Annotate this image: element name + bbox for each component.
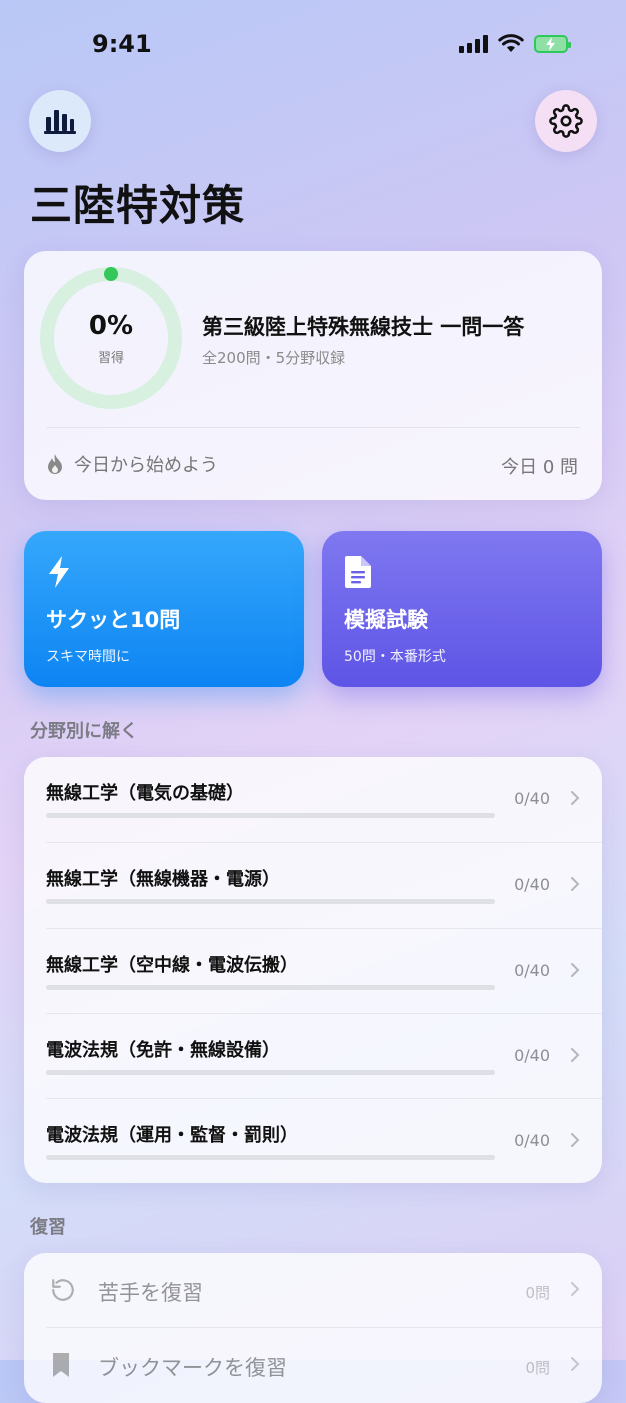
today-count: 今日 0 問 <box>501 457 578 478</box>
quick-10-button[interactable]: サクッと10問 スキマ時間に <box>24 531 304 687</box>
stats-button[interactable] <box>29 90 91 152</box>
category-progress-bar <box>46 899 495 904</box>
exam-subtitle: 全200問・5分野収録 <box>202 349 346 367</box>
chevron-right-icon <box>571 963 580 977</box>
flame-icon <box>48 454 62 474</box>
status-icons <box>459 34 571 53</box>
status-bar: 9:41 <box>0 0 626 90</box>
mock-subtitle: 50問・本番形式 <box>344 649 446 665</box>
category-count: 0/40 <box>514 1046 550 1065</box>
chevron-right-icon <box>571 877 580 891</box>
document-icon <box>345 556 371 588</box>
review-label: 苦手を復習 <box>98 1281 203 1305</box>
category-row[interactable]: 電波法規（免許・無線設備） 0/40 <box>24 1014 602 1099</box>
chevron-right-icon <box>571 1048 580 1062</box>
mock-exam-button[interactable]: 模擬試験 50問・本番形式 <box>322 531 602 687</box>
category-row[interactable]: 無線工学（無線機器・電源） 0/40 <box>24 843 602 928</box>
bar-chart-icon <box>44 110 76 134</box>
progress-card[interactable]: 0% 習得 第三級陸上特殊無線技士 一問一答 全200問・5分野収録 今日から始… <box>24 251 602 500</box>
rotate-ccw-icon <box>52 1279 74 1301</box>
category-progress-bar <box>46 985 495 990</box>
review-card: 苦手を復習 0問 ブックマークを復習 0問 <box>24 1253 602 1403</box>
category-progress-bar <box>46 1155 495 1160</box>
category-row[interactable]: 無線工学（電気の基礎） 0/40 <box>24 757 602 842</box>
review-weak-row[interactable]: 苦手を復習 0問 <box>24 1253 602 1327</box>
bookmark-icon <box>53 1353 69 1377</box>
divider <box>46 427 580 428</box>
chevron-right-icon <box>571 1357 580 1371</box>
quick-subtitle: スキマ時間に <box>46 649 130 665</box>
categories-card: 無線工学（電気の基礎） 0/40 無線工学（無線機器・電源） 0/40 無線工学… <box>24 757 602 1183</box>
chevron-right-icon <box>571 1282 580 1296</box>
category-row[interactable]: 無線工学（空中線・電波伝搬） 0/40 <box>24 929 602 1014</box>
progress-caption: 習得 <box>97 351 124 366</box>
category-count: 0/40 <box>514 789 550 808</box>
categories-header: 分野別に解く <box>30 721 138 742</box>
category-progress-bar <box>46 813 495 818</box>
category-label: 電波法規（運用・監督・罰則） <box>46 1125 298 1146</box>
review-header: 復習 <box>30 1217 66 1238</box>
review-count: 0問 <box>525 1284 550 1302</box>
category-progress-bar <box>46 1070 495 1075</box>
review-label: ブックマークを復習 <box>98 1356 287 1380</box>
battery-charging-icon <box>534 34 571 53</box>
mock-title: 模擬試験 <box>344 608 428 632</box>
streak-row: 今日から始めよう <box>46 451 218 477</box>
category-label: 無線工学（空中線・電波伝搬） <box>46 955 298 976</box>
category-count: 0/40 <box>514 1131 550 1150</box>
bolt-icon <box>49 556 69 588</box>
category-count: 0/40 <box>514 961 550 980</box>
status-time: 9:41 <box>92 30 152 58</box>
category-row[interactable]: 電波法規（運用・監督・罰則） 0/40 <box>24 1099 602 1184</box>
streak-text: 今日から始めよう <box>74 455 218 476</box>
category-count: 0/40 <box>514 875 550 894</box>
chevron-right-icon <box>571 791 580 805</box>
wifi-icon <box>498 34 524 52</box>
progress-percent: 0% <box>88 311 134 341</box>
quick-title: サクッと10問 <box>46 608 181 632</box>
review-count: 0問 <box>525 1359 550 1377</box>
settings-button[interactable] <box>535 90 597 152</box>
exam-title: 第三級陸上特殊無線技士 一問一答 <box>202 315 525 339</box>
cellular-signal-icon <box>459 34 488 53</box>
category-label: 電波法規（免許・無線設備） <box>46 1040 280 1061</box>
gear-icon <box>549 104 583 138</box>
review-bookmark-row[interactable]: ブックマークを復習 0問 <box>24 1328 602 1402</box>
page-title: 三陸特対策 <box>30 181 246 230</box>
category-label: 無線工学（電気の基礎） <box>46 783 244 804</box>
category-label: 無線工学（無線機器・電源） <box>46 869 280 890</box>
chevron-right-icon <box>571 1133 580 1147</box>
